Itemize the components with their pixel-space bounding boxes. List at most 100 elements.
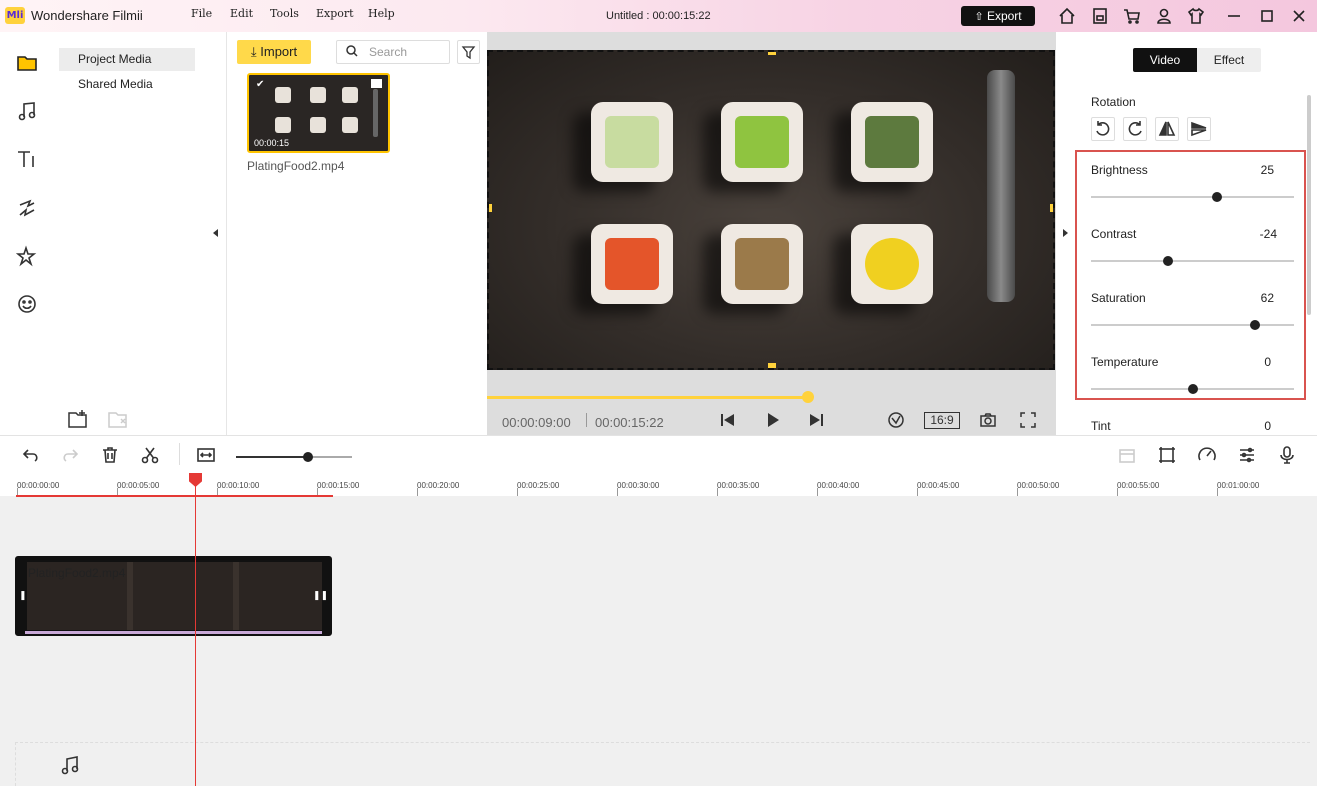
crop-icon[interactable] — [1157, 445, 1177, 468]
undo-icon[interactable] — [21, 445, 41, 468]
contrast-label: Contrast — [1091, 227, 1137, 241]
food — [865, 116, 919, 168]
resize-handle[interactable] — [768, 363, 776, 368]
media-filename: PlatingFood2.mp4 — [247, 159, 345, 173]
brightness-label: Brightness — [1091, 163, 1148, 177]
doc-title-text: Untitled : — [606, 10, 650, 22]
transition-icon[interactable] — [16, 197, 38, 219]
scissors-icon[interactable] — [140, 445, 160, 468]
resize-handle[interactable] — [489, 204, 492, 212]
temperature-value: 0 — [1264, 355, 1271, 369]
resize-handle[interactable] — [768, 52, 776, 55]
menu-file[interactable]: File — [191, 7, 212, 20]
ruler-tick-label: 00:00:45:00 — [917, 481, 960, 490]
shirt-icon[interactable] — [1187, 7, 1205, 25]
nav-project-media[interactable]: Project Media — [59, 48, 195, 71]
ruler-tick-label: 00:00:20:00 — [417, 481, 460, 490]
menu-tools[interactable]: Tools — [270, 7, 299, 20]
delete-icon[interactable] — [100, 445, 120, 468]
delete-folder-icon — [108, 409, 130, 429]
maximize-icon[interactable] — [1258, 7, 1276, 25]
render-icon[interactable] — [887, 411, 905, 432]
food — [735, 238, 789, 290]
brightness-value: 25 — [1260, 163, 1274, 177]
folder-icon[interactable] — [16, 52, 38, 74]
panel-scrollbar[interactable] — [1307, 95, 1311, 315]
temperature-knob[interactable] — [1187, 384, 1198, 394]
prev-frame-icon[interactable] — [719, 411, 737, 432]
contrast-slider[interactable] — [1091, 260, 1294, 262]
filter-button[interactable] — [457, 40, 480, 64]
sticker-icon[interactable] — [16, 293, 38, 315]
ruler-tick-label: 00:00:05:00 — [117, 481, 160, 490]
collapse-left-icon[interactable] — [213, 229, 218, 237]
cart-icon[interactable] — [1123, 7, 1141, 25]
food — [735, 116, 789, 168]
nav-shared-media[interactable]: Shared Media — [59, 73, 195, 96]
thumb-bowl — [342, 117, 358, 133]
music-icon[interactable] — [16, 100, 38, 122]
tab-effect[interactable]: Effect — [1197, 48, 1261, 72]
tint-value: 0 — [1264, 419, 1271, 433]
flip-horizontal-icon[interactable] — [1155, 117, 1179, 141]
microphone-icon[interactable] — [1277, 445, 1297, 468]
toolbar-divider — [0, 435, 1317, 436]
audio-track-music-icon — [59, 754, 81, 776]
close-icon[interactable] — [1290, 7, 1308, 25]
save-icon[interactable] — [1091, 7, 1109, 25]
import-button[interactable]: ⤓ Import — [237, 40, 311, 64]
clip-duration: 00:00:15 — [254, 138, 290, 148]
import-icon: ⤓ — [250, 44, 257, 59]
saturation-label: Saturation — [1091, 291, 1146, 305]
zoom-knob[interactable] — [303, 452, 313, 462]
thumb-bowl — [275, 117, 291, 133]
fit-timeline-icon[interactable] — [196, 445, 216, 468]
total-timecode: 00:00:15:22 — [595, 415, 664, 430]
menu-export[interactable]: Export — [316, 7, 354, 20]
panel-divider — [226, 32, 227, 435]
minimize-icon[interactable] — [1225, 7, 1243, 25]
export-button[interactable]: ⇧ Export — [961, 6, 1035, 26]
camera-icon[interactable] — [979, 411, 997, 432]
saturation-slider[interactable] — [1091, 324, 1294, 326]
video-preview[interactable] — [487, 50, 1055, 370]
marker-icon — [1117, 445, 1137, 468]
text-icon[interactable] — [16, 148, 38, 170]
ruler-tick-label: 00:00:35:00 — [717, 481, 760, 490]
play-icon[interactable] — [764, 411, 782, 432]
next-frame-icon[interactable] — [807, 411, 825, 432]
rotate-right-icon[interactable] — [1123, 117, 1147, 141]
import-label: Import — [260, 44, 298, 59]
home-icon[interactable] — [1058, 7, 1076, 25]
menu-help[interactable]: Help — [368, 7, 395, 20]
rotation-label: Rotation — [1091, 95, 1136, 109]
speed-icon[interactable] — [1197, 445, 1217, 468]
effects-icon[interactable] — [15, 245, 38, 267]
tab-video[interactable]: Video — [1133, 48, 1197, 72]
brightness-slider[interactable] — [1091, 196, 1294, 198]
ruler-tick-label: 00:00:10:00 — [217, 481, 260, 490]
progress-knob[interactable] — [802, 391, 814, 403]
resize-handle[interactable] — [1050, 204, 1053, 212]
fullscreen-icon[interactable] — [1019, 411, 1037, 432]
bowl — [851, 102, 933, 182]
user-icon[interactable] — [1155, 7, 1173, 25]
media-thumbnail[interactable]: ✔ 00:00:15 — [247, 73, 390, 153]
adjust-icon[interactable] — [1237, 445, 1257, 468]
clip-audio-bar — [25, 631, 322, 634]
aspect-ratio[interactable]: 16:9 — [924, 412, 960, 429]
progress-fill — [487, 396, 808, 399]
current-timecode: 00:00:09:00 — [502, 415, 571, 430]
rotate-left-icon[interactable] — [1091, 117, 1115, 141]
flip-vertical-icon[interactable] — [1187, 117, 1211, 141]
contrast-value: -24 — [1259, 227, 1277, 241]
thumb-bowl — [275, 87, 291, 103]
new-folder-icon[interactable] — [68, 409, 90, 429]
zoom-fill — [236, 456, 308, 458]
toolbar-separator — [179, 443, 180, 465]
brightness-knob[interactable] — [1211, 192, 1222, 202]
temperature-label: Temperature — [1091, 355, 1159, 369]
menu-edit[interactable]: Edit — [230, 7, 253, 20]
audio-track[interactable] — [15, 742, 1310, 786]
collapse-right-icon[interactable] — [1063, 229, 1068, 237]
